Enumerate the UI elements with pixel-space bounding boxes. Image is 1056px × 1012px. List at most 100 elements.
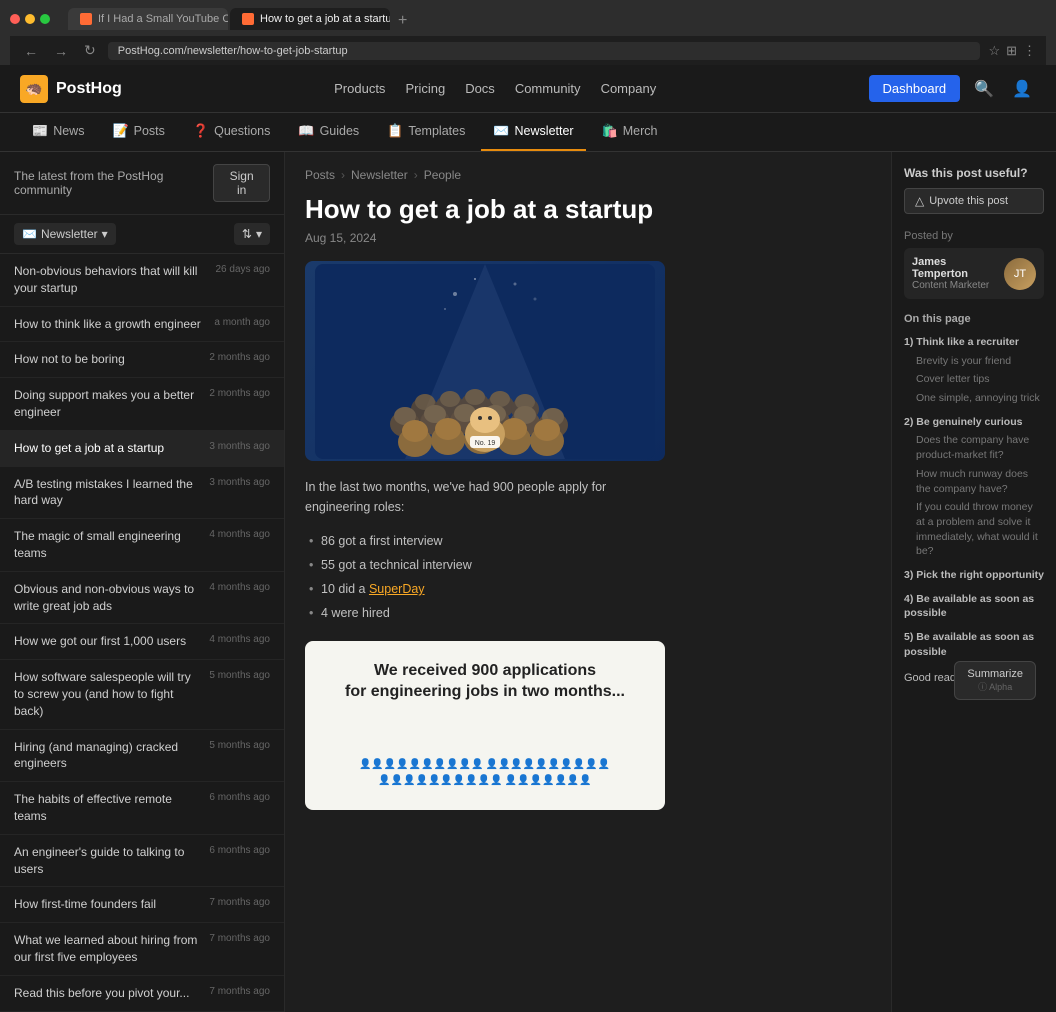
menu-icon[interactable]: ⋮ xyxy=(1023,43,1036,59)
toc-item-10[interactable]: 5) Be available as soon as possible xyxy=(904,628,1044,661)
minimize-button[interactable] xyxy=(25,14,35,24)
reload-button[interactable]: ↻ xyxy=(80,40,100,61)
toc-item-2[interactable]: Cover letter tips xyxy=(904,370,1044,389)
address-bar[interactable]: PostHog.com/newsletter/how-to-get-job-st… xyxy=(108,42,981,60)
superday-link[interactable]: SuperDay xyxy=(369,582,425,596)
article-bullets: 86 got a first interview 55 got a techni… xyxy=(305,529,665,625)
sidebar-item-4[interactable]: How to get a job at a startup 3 months a… xyxy=(0,431,284,467)
sidebar-list: Non-obvious behaviors that will kill you… xyxy=(0,254,284,1012)
sidebar-item-title-8: How we got our first 1,000 users xyxy=(14,633,201,650)
sidebar-item-12[interactable]: An engineer's guide to talking to users … xyxy=(0,835,284,888)
sub-nav: 📰 News 📝 Posts ❓ Questions 📖 Guides 📋 Te… xyxy=(0,113,1056,152)
new-tab-button[interactable]: + xyxy=(392,12,413,30)
browser-tabs: If I Had a Small YouTube Ch... ✕ How to … xyxy=(68,8,413,30)
user-button[interactable]: 👤 xyxy=(1008,75,1036,103)
sidebar-item-title-2: How not to be boring xyxy=(14,351,201,368)
toc-item-5[interactable]: Does the company have product-market fit… xyxy=(904,431,1044,464)
nav-company[interactable]: Company xyxy=(601,77,657,100)
on-page-title: On this page xyxy=(904,313,1044,325)
sidebar-item-1[interactable]: How to think like a growth engineer a mo… xyxy=(0,307,284,343)
sidebar-item-0[interactable]: Non-obvious behaviors that will kill you… xyxy=(0,254,284,307)
article-intro: In the last two months, we've had 900 pe… xyxy=(305,477,665,517)
back-button[interactable]: ← xyxy=(20,41,42,61)
subnav-templates[interactable]: 📋 Templates xyxy=(375,113,477,151)
sidebar-item-time-11: 6 months ago xyxy=(209,792,270,803)
toc-item-8[interactable]: 3) Pick the right opportunity xyxy=(904,566,1044,585)
sidebar-item-15[interactable]: Read this before you pivot your... 7 mon… xyxy=(0,976,284,1012)
sidebar-item-3[interactable]: Doing support makes you a better enginee… xyxy=(0,378,284,431)
article-hero-image: No. 19 xyxy=(305,261,665,461)
search-button[interactable]: 🔍 xyxy=(970,75,998,103)
sidebar-item-2[interactable]: How not to be boring 2 months ago xyxy=(0,342,284,378)
sidebar-item-time-4: 3 months ago xyxy=(209,441,270,452)
summarize-button[interactable]: Summarize ⓘ Alpha xyxy=(954,661,1036,700)
extensions-icon[interactable]: ⊞ xyxy=(1006,43,1017,59)
breadcrumb: Posts › Newsletter › People xyxy=(305,168,871,182)
subnav-questions-label: Questions xyxy=(214,124,270,138)
sidebar-item-time-9: 5 months ago xyxy=(209,670,270,681)
sidebar-item-6[interactable]: The magic of small engineering teams 4 m… xyxy=(0,519,284,572)
sidebar-item-14[interactable]: What we learned about hiring from our fi… xyxy=(0,923,284,976)
subnav-merch[interactable]: 🛍️ Merch xyxy=(590,113,670,151)
sidebar-item-title-1: How to think like a growth engineer xyxy=(14,316,206,333)
sidebar-item-title-7: Obvious and non-obvious ways to write gr… xyxy=(14,581,201,615)
toc-item-4[interactable]: 2) Be genuinely curious xyxy=(904,413,1044,432)
sidebar-item-time-5: 3 months ago xyxy=(209,477,270,488)
sidebar-item-title-13: How first-time founders fail xyxy=(14,896,201,913)
toc-item-6[interactable]: How much runway does the company have? xyxy=(904,465,1044,498)
sidebar-item-8[interactable]: How we got our first 1,000 users 4 month… xyxy=(0,624,284,660)
bullet-1: 86 got a first interview xyxy=(305,529,665,553)
toc-item-3[interactable]: One simple, annoying trick xyxy=(904,389,1044,408)
sidebar-item-7[interactable]: Obvious and non-obvious ways to write gr… xyxy=(0,572,284,625)
sidebar-item-10[interactable]: Hiring (and managing) cracked engineers … xyxy=(0,730,284,783)
sort-icon: ⇅ xyxy=(242,227,252,241)
filter-dropdown[interactable]: ✉️ Newsletter ▾ xyxy=(14,223,116,245)
subnav-newsletter-label: Newsletter xyxy=(515,124,574,138)
sidebar-item-time-3: 2 months ago xyxy=(209,388,270,399)
tab-favicon-1 xyxy=(80,13,92,25)
subnav-posts[interactable]: 📝 Posts xyxy=(100,113,176,151)
sidebar-item-title-10: Hiring (and managing) cracked engineers xyxy=(14,739,201,773)
sort-dropdown[interactable]: ⇅ ▾ xyxy=(234,223,270,245)
subnav-questions[interactable]: ❓ Questions xyxy=(181,113,282,151)
dashboard-button[interactable]: Dashboard xyxy=(869,75,961,102)
fullscreen-button[interactable] xyxy=(40,14,50,24)
sidebar-item-13[interactable]: How first-time founders fail 7 months ag… xyxy=(0,887,284,923)
nav-products[interactable]: Products xyxy=(334,77,385,100)
sidebar-item-9[interactable]: How software salespeople will try to scr… xyxy=(0,660,284,729)
bookmark-icon[interactable]: ☆ xyxy=(988,43,1000,59)
toc-item-9[interactable]: 4) Be available as soon as possible xyxy=(904,590,1044,623)
tab-label-1: If I Had a Small YouTube Ch... xyxy=(98,13,228,25)
upvote-button[interactable]: △ Upvote this post xyxy=(904,188,1044,214)
guides-icon: 📖 xyxy=(298,123,314,139)
merch-icon: 🛍️ xyxy=(602,123,618,139)
subnav-guides[interactable]: 📖 Guides xyxy=(286,113,371,151)
summarize-label: Summarize xyxy=(967,668,1023,680)
sidebar-item-title-12: An engineer's guide to talking to users xyxy=(14,844,201,878)
forward-button[interactable]: → xyxy=(50,41,72,61)
nav-community[interactable]: Community xyxy=(515,77,581,100)
toc-item-7[interactable]: If you could throw money at a problem an… xyxy=(904,498,1044,561)
sidebar: The latest from the PostHog community Si… xyxy=(0,152,285,1012)
subnav-news[interactable]: 📰 News xyxy=(20,113,96,151)
breadcrumb-posts[interactable]: Posts xyxy=(305,168,335,182)
breadcrumb-newsletter[interactable]: Newsletter xyxy=(351,168,408,182)
logo[interactable]: 🦔 PostHog xyxy=(20,75,122,103)
browser-tab-2[interactable]: How to get a job at a startup... ✕ xyxy=(230,8,390,30)
nav-pricing[interactable]: Pricing xyxy=(405,77,445,100)
upvote-icon: △ xyxy=(915,194,924,208)
browser-tab-1[interactable]: If I Had a Small YouTube Ch... ✕ xyxy=(68,8,228,30)
toc-item-0[interactable]: 1) Think like a recruiter xyxy=(904,333,1044,352)
sidebar-item-5[interactable]: A/B testing mistakes I learned the hard … xyxy=(0,467,284,520)
sidebar-item-11[interactable]: The habits of effective remote teams 6 m… xyxy=(0,782,284,835)
browser-controls: If I Had a Small YouTube Ch... ✕ How to … xyxy=(10,8,1046,30)
article-title: How to get a job at a startup xyxy=(305,194,871,225)
sign-in-button[interactable]: Sign in xyxy=(213,164,270,202)
subnav-merch-label: Merch xyxy=(623,124,658,138)
nav-docs[interactable]: Docs xyxy=(465,77,495,100)
sidebar-item-title-3: Doing support makes you a better enginee… xyxy=(14,387,201,421)
subnav-newsletter[interactable]: ✉️ Newsletter xyxy=(481,113,585,151)
close-button[interactable] xyxy=(10,14,20,24)
toc-item-1[interactable]: Brevity is your friend xyxy=(904,352,1044,371)
svg-text:No. 19: No. 19 xyxy=(475,440,496,447)
